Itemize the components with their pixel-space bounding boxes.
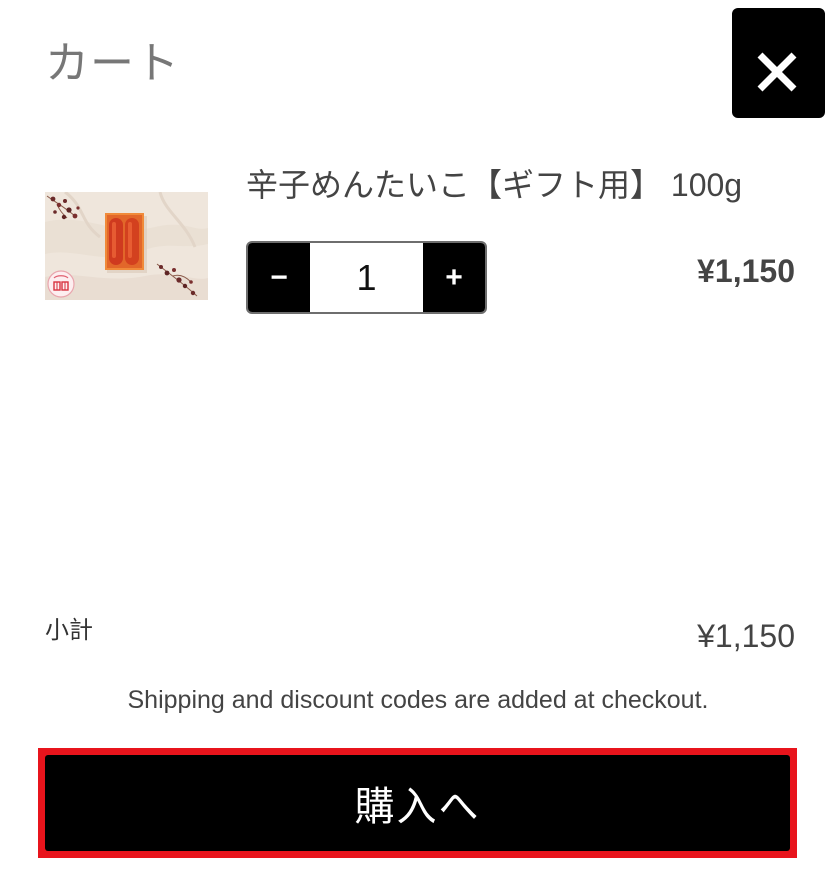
product-photo [45,192,208,300]
checkout-note: Shipping and discount codes are added at… [127,686,709,714]
quantity-stepper: − + [246,241,487,314]
quantity-input[interactable] [310,243,423,312]
checkout-highlight: 購入へ [38,748,797,858]
subtotal-label: 小計 [45,617,93,644]
cart-drawer: カート 辛子めんたいこ【ギフト用】 100g − 1 + ¥1,150 小計 ¥… [0,0,836,876]
cart-title: カート [45,39,180,88]
close-icon [757,52,797,92]
decrease-quantity-button[interactable]: − [248,243,310,312]
product-title[interactable]: 辛子めんたいこ【ギフト用】 100g [246,167,742,203]
checkout-button[interactable]: 購入へ [45,755,790,851]
item-price: ¥1,150 [697,253,795,289]
close-button[interactable] [732,8,825,118]
increase-quantity-button[interactable]: + [423,243,485,312]
subtotal-value: ¥1,150 [697,618,795,654]
product-image[interactable] [45,192,208,300]
